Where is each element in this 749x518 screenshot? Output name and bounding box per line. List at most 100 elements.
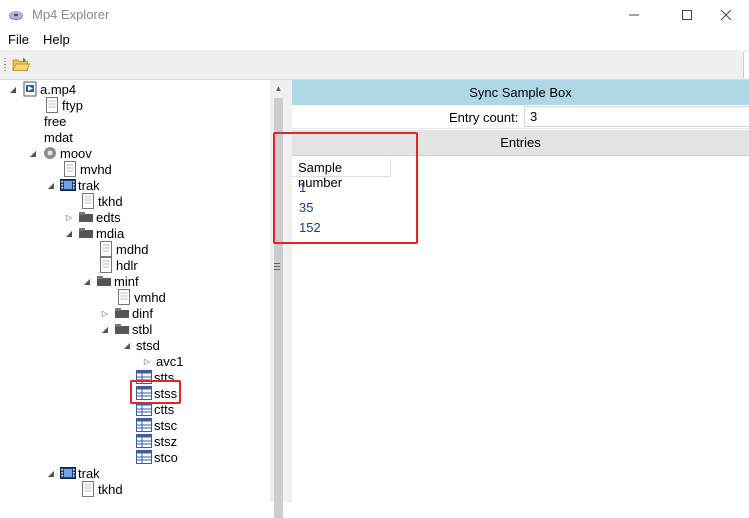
- tree-label: minf: [114, 273, 139, 289]
- expanded-arrow-icon[interactable]: ◢: [8, 84, 18, 94]
- film-icon: [60, 179, 76, 191]
- tree-node-minf[interactable]: ◢ minf: [82, 273, 139, 289]
- box-title: Sync Sample Box: [292, 80, 749, 105]
- app-window: Mp4 Explorer File Help ◢ a.mp4 ftyp free…: [0, 0, 749, 518]
- tree-node-tkhd[interactable]: tkhd: [80, 193, 123, 209]
- highlight-box-entries: [273, 132, 418, 244]
- table-icon: [136, 450, 152, 464]
- tree-label: mdhd: [116, 241, 149, 257]
- document-icon: [46, 97, 58, 113]
- tree-node-stsz[interactable]: stsz: [136, 433, 177, 449]
- tree-node-free[interactable]: free: [44, 113, 66, 129]
- expanded-arrow-icon[interactable]: ◢: [82, 276, 92, 286]
- document-icon: [82, 481, 94, 497]
- table-icon: [136, 418, 152, 432]
- tree-node-stsc[interactable]: stsc: [136, 417, 177, 433]
- collapsed-arrow-icon[interactable]: ▷: [142, 356, 152, 366]
- maximize-icon: [682, 10, 692, 20]
- tree-node-stbl[interactable]: ◢ stbl: [100, 321, 152, 337]
- minimize-icon: [629, 14, 639, 16]
- tree-node-trak[interactable]: ◢ trak: [46, 177, 100, 193]
- tree-label: a.mp4: [40, 81, 77, 97]
- window-title: Mp4 Explorer: [32, 7, 110, 22]
- tree-node-mvhd[interactable]: mvhd: [62, 161, 112, 177]
- tree-node-vmhd[interactable]: vmhd: [116, 289, 166, 305]
- tree-label: stco: [154, 449, 178, 465]
- tree-node-hdlr[interactable]: hdlr: [98, 257, 138, 273]
- folder-box-icon: [97, 276, 111, 286]
- close-button[interactable]: [703, 0, 749, 30]
- tree-label: free: [44, 113, 67, 129]
- toolbar-overflow: [743, 52, 749, 78]
- scroll-up-arrow-icon[interactable]: ▲: [270, 80, 287, 97]
- expanded-arrow-icon[interactable]: ◢: [64, 228, 74, 238]
- tree-label: stsc: [154, 417, 178, 433]
- folder-box-icon: [115, 324, 129, 334]
- tree-label: avc1: [156, 353, 184, 369]
- tree-node-avc1[interactable]: ▷ avc1: [142, 353, 184, 369]
- entry-count-field[interactable]: 3: [524, 106, 749, 127]
- collapsed-arrow-icon[interactable]: ▷: [64, 212, 74, 222]
- document-icon: [100, 241, 112, 257]
- tree-node-edts[interactable]: ▷ edts: [64, 209, 121, 225]
- tree-node-mdat[interactable]: mdat: [44, 129, 73, 145]
- entry-count-row: Entry count: 3: [292, 105, 749, 129]
- tree-label: vmhd: [134, 289, 166, 305]
- title-bar: Mp4 Explorer: [0, 0, 749, 30]
- tree-node-trak-2[interactable]: ◢ trak: [46, 465, 100, 481]
- folder-box-icon: [79, 212, 93, 222]
- toolbar-grip[interactable]: [4, 58, 6, 72]
- tree-label: ftyp: [62, 97, 83, 113]
- tree-label: mdia: [96, 225, 125, 241]
- tree-label: mvhd: [80, 161, 112, 177]
- collapsed-arrow-icon[interactable]: ▷: [100, 308, 110, 318]
- open-folder-icon[interactable]: [12, 56, 30, 72]
- folder-box-icon: [79, 228, 93, 238]
- splitter-grip[interactable]: [274, 263, 280, 272]
- box-tree: ◢ a.mp4 ftyp free mdat ◢ moov mvhd ◢ tra…: [0, 80, 287, 502]
- tree-label: edts: [96, 209, 121, 225]
- film-icon: [60, 467, 76, 479]
- document-icon: [82, 193, 94, 209]
- expanded-arrow-icon[interactable]: ◢: [100, 324, 110, 334]
- tree-label: dinf: [132, 305, 153, 321]
- tree-label: hdlr: [116, 257, 138, 273]
- expanded-arrow-icon[interactable]: ◢: [28, 148, 38, 158]
- menu-file[interactable]: File: [8, 32, 29, 47]
- close-icon: [720, 9, 732, 21]
- tree-label: tkhd: [98, 481, 123, 497]
- expanded-arrow-icon[interactable]: ◢: [46, 468, 56, 478]
- highlight-box-stss: [130, 380, 181, 404]
- table-icon: [136, 434, 152, 448]
- document-icon: [100, 257, 112, 273]
- media-file-icon: [23, 81, 37, 97]
- app-icon: [9, 11, 23, 20]
- tree-node-mdia[interactable]: ◢ mdia: [64, 225, 124, 241]
- toolbar: [0, 50, 749, 80]
- menu-bar: File Help: [0, 30, 749, 50]
- minimize-button[interactable]: [611, 0, 657, 30]
- tree-label: stsz: [154, 433, 178, 449]
- tree-node-stsd[interactable]: ◢ stsd: [122, 337, 160, 353]
- tree-node-tkhd-2[interactable]: tkhd: [80, 481, 123, 497]
- expanded-arrow-icon[interactable]: ◢: [122, 340, 132, 350]
- tree-node-root[interactable]: ◢ a.mp4: [8, 81, 76, 97]
- menu-help[interactable]: Help: [43, 32, 70, 47]
- tree-node-stco[interactable]: stco: [136, 449, 178, 465]
- tree-label: stbl: [132, 321, 153, 337]
- gear-icon: [44, 147, 56, 159]
- document-icon: [64, 161, 76, 177]
- tree-node-mdhd[interactable]: mdhd: [98, 241, 149, 257]
- tree-node-ftyp[interactable]: ftyp: [44, 97, 83, 113]
- tree-node-moov[interactable]: ◢ moov: [28, 145, 92, 161]
- tree-node-dinf[interactable]: ▷ dinf: [100, 305, 153, 321]
- expanded-arrow-icon[interactable]: ◢: [46, 180, 56, 190]
- entry-count-label: Entry count:: [449, 110, 519, 125]
- tree-label: moov: [60, 145, 92, 161]
- folder-box-icon: [115, 308, 129, 318]
- tree-label: mdat: [44, 129, 73, 145]
- tree-label: stsd: [136, 337, 160, 353]
- tree-label: tkhd: [98, 193, 123, 209]
- tree-label: trak: [78, 177, 100, 193]
- tree-label: trak: [78, 465, 100, 481]
